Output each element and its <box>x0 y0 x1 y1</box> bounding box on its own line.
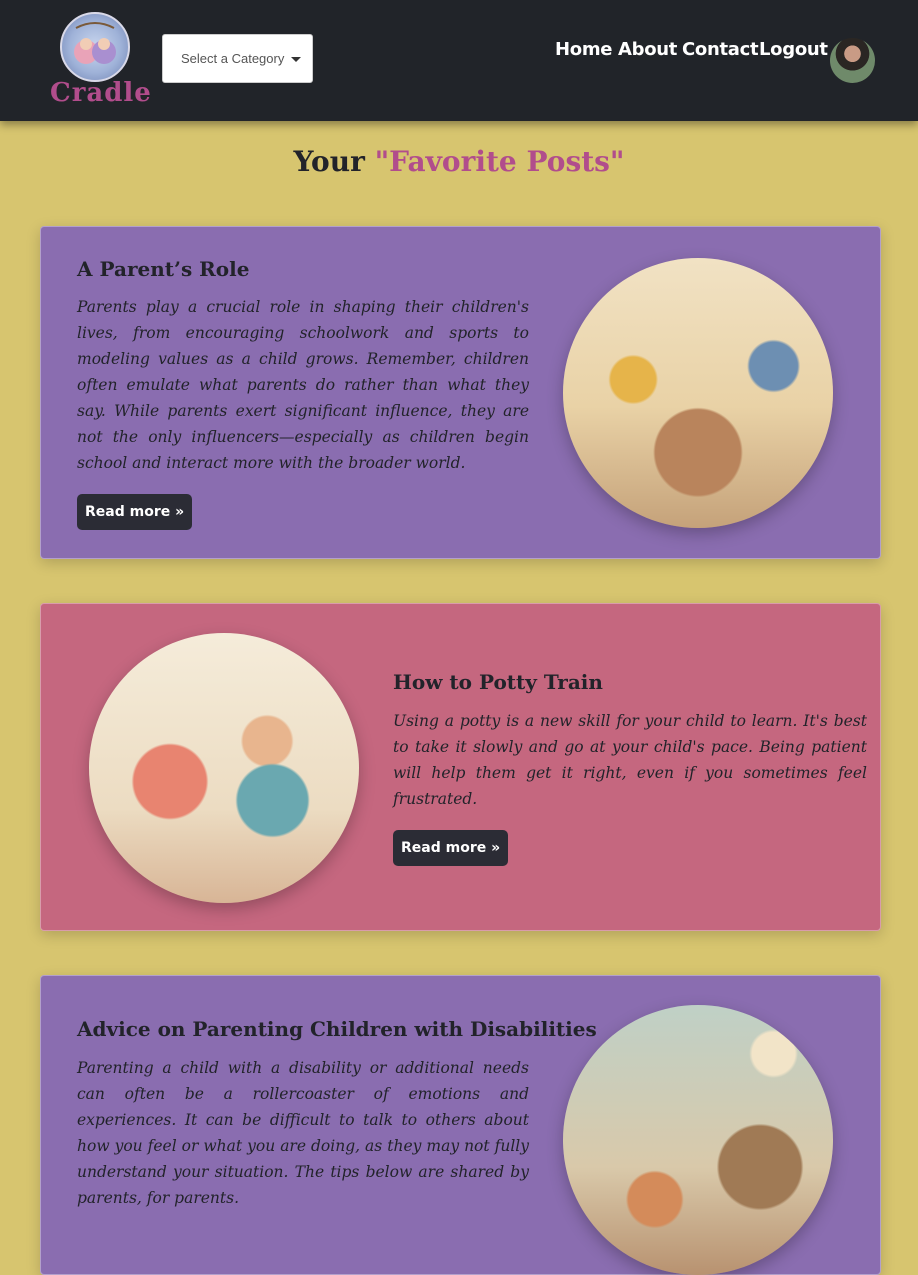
post-image <box>563 1005 833 1275</box>
post-card: How to Potty Train Using a potty is a ne… <box>40 603 881 931</box>
navbar: Cradle Select a Category Home About Cont… <box>0 0 918 121</box>
page-title: Your "Favorite Posts" <box>0 145 918 178</box>
logo-icon <box>60 12 130 82</box>
category-select-label: Select a Category <box>181 51 285 66</box>
user-avatar[interactable] <box>830 38 875 83</box>
post-excerpt: Parenting a child with a disability or a… <box>77 1059 529 1207</box>
post-card: Advice on Parenting Children with Disabi… <box>40 975 881 1275</box>
nav-link-about[interactable]: About <box>618 39 677 60</box>
post-excerpt: Using a potty is a new skill for your ch… <box>393 712 867 808</box>
post-title: A Parent’s Role <box>77 257 250 281</box>
post-image <box>563 258 833 528</box>
chevron-down-icon <box>291 57 301 62</box>
post-card: A Parent’s Role Parents play a crucial r… <box>40 226 881 559</box>
read-more-button[interactable]: Read more » <box>393 830 509 866</box>
post-excerpt: Parents play a crucial role in shaping t… <box>77 298 529 472</box>
category-select[interactable]: Select a Category <box>162 34 313 83</box>
post-title: How to Potty Train <box>393 670 603 694</box>
nav-link-home[interactable]: Home <box>555 39 613 60</box>
brand-logo[interactable]: Cradle <box>50 12 152 112</box>
nav-link-logout[interactable]: Logout <box>759 39 828 60</box>
read-more-button[interactable]: Read more » <box>77 494 193 530</box>
post-image <box>89 633 359 903</box>
page-title-highlight: "Favorite Posts" <box>374 145 625 178</box>
page-title-prefix: Your <box>293 145 365 178</box>
logo-text: Cradle <box>50 78 152 108</box>
post-title: Advice on Parenting Children with Disabi… <box>77 1017 597 1041</box>
nav-link-contact[interactable]: Contact <box>682 39 759 60</box>
